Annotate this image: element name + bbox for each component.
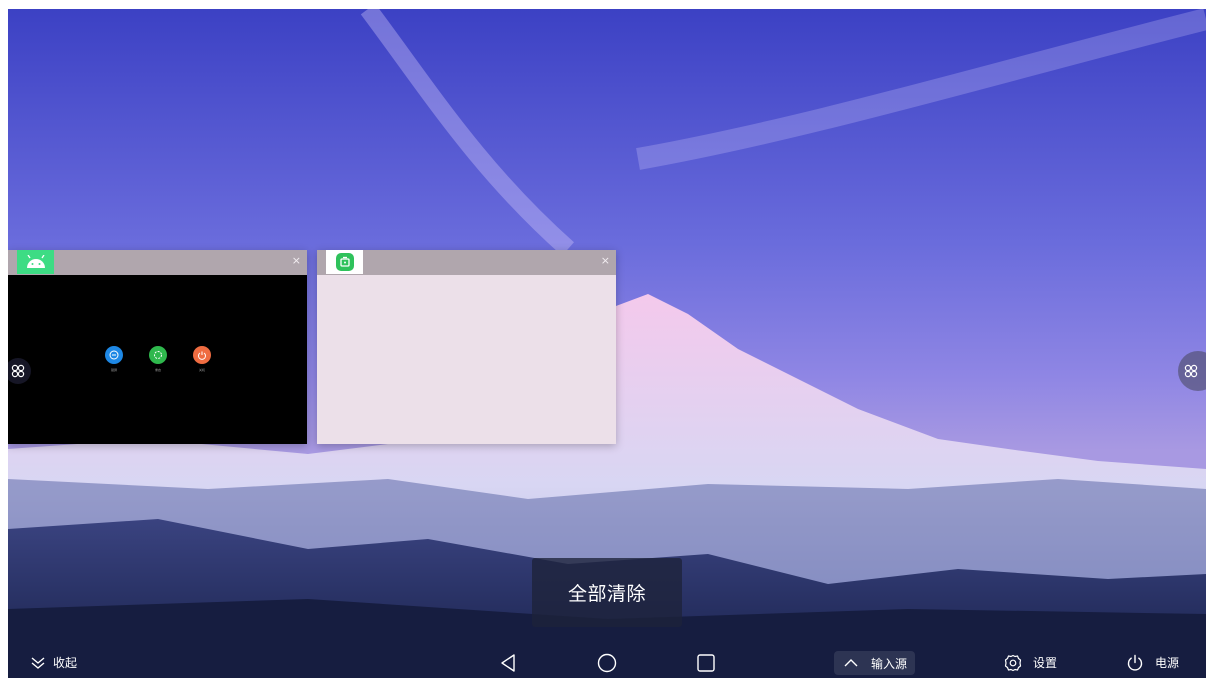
bottom-nav-bar: 收起 输入源 设置 电源 bbox=[8, 647, 1206, 678]
close-icon[interactable]: × bbox=[292, 254, 301, 268]
collapse-label: 收起 bbox=[53, 656, 78, 670]
home-circle-icon bbox=[597, 653, 617, 672]
button-label: 关机 bbox=[198, 368, 205, 372]
power-icon bbox=[193, 346, 211, 364]
apps-grid-icon bbox=[11, 364, 25, 378]
home-button[interactable] bbox=[597, 647, 617, 678]
minus-circle-icon bbox=[105, 346, 123, 364]
apps-grid-icon bbox=[1184, 364, 1198, 378]
input-source-button[interactable]: 输入源 bbox=[834, 651, 916, 675]
recents-button[interactable] bbox=[696, 647, 716, 678]
settings-button[interactable]: 设置 bbox=[1004, 647, 1057, 678]
double-chevron-down-icon bbox=[31, 656, 45, 669]
back-button[interactable] bbox=[499, 647, 519, 678]
gear-icon bbox=[1004, 654, 1022, 671]
card-app-icon bbox=[326, 250, 363, 274]
settings-label: 设置 bbox=[1033, 656, 1058, 670]
recent-app-card[interactable]: × bbox=[317, 250, 616, 444]
button-label: 重启 bbox=[154, 368, 161, 372]
recents-square-icon bbox=[697, 653, 715, 672]
app-preview[interactable]: 锁屏 重启 关机 bbox=[8, 275, 307, 444]
button-label: 锁屏 bbox=[110, 368, 117, 372]
chevron-up-icon bbox=[844, 659, 858, 667]
desktop: × 锁屏 重启 关机 × 全部清除 收起 输入源 设置 电源 bbox=[8, 9, 1206, 678]
collapse-button[interactable]: 收起 bbox=[30, 647, 77, 678]
power-label: 电源 bbox=[1155, 656, 1180, 670]
back-triangle-icon bbox=[501, 653, 515, 672]
green-app-icon bbox=[326, 250, 363, 274]
card-app-icon bbox=[17, 250, 54, 274]
input-source-label: 输入源 bbox=[871, 656, 908, 671]
power-icon bbox=[1127, 654, 1143, 671]
card-header[interactable]: × bbox=[317, 250, 616, 275]
recent-app-card[interactable]: × 锁屏 重启 关机 bbox=[8, 250, 307, 444]
restart-icon bbox=[149, 346, 167, 364]
clear-all-button[interactable]: 全部清除 bbox=[532, 558, 682, 627]
app-preview[interactable] bbox=[317, 275, 616, 444]
power-button[interactable]: 电源 bbox=[1126, 647, 1179, 678]
card-header[interactable]: × bbox=[8, 250, 307, 275]
close-icon[interactable]: × bbox=[601, 254, 610, 268]
android-icon bbox=[17, 250, 54, 274]
